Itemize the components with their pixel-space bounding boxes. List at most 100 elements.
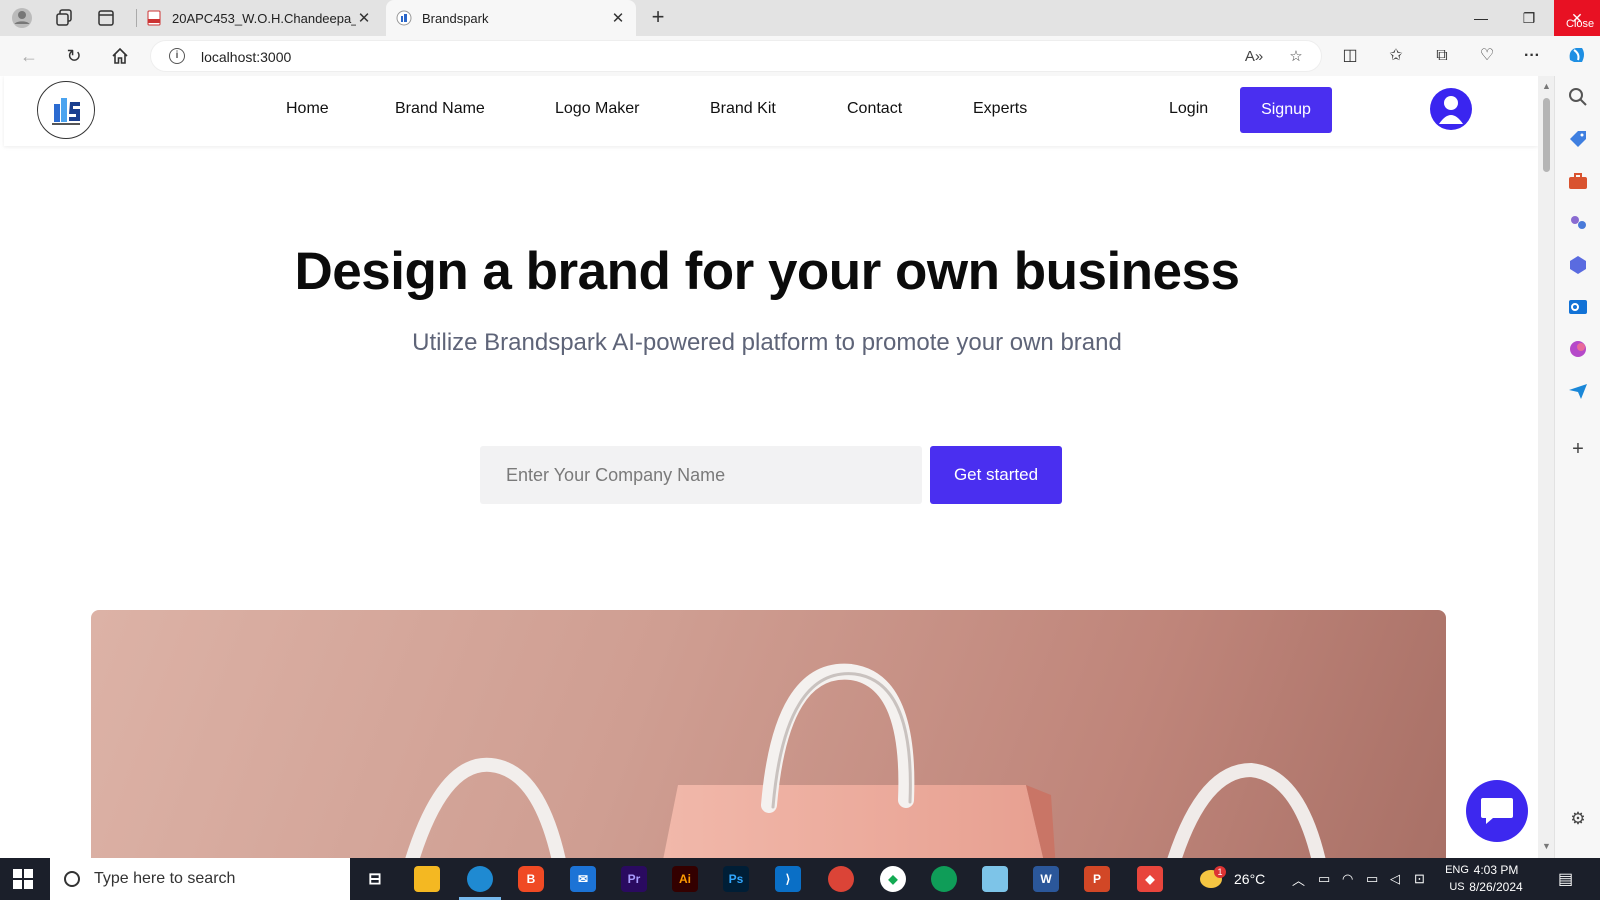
nav-brand-name[interactable]: Brand Name — [395, 100, 485, 118]
restore-icon[interactable]: ❐ — [1506, 0, 1552, 36]
close-tab-icon[interactable]: ✕ — [610, 9, 626, 27]
sidebar-send-icon[interactable] — [1567, 380, 1589, 402]
powerpoint-icon[interactable]: P — [1084, 866, 1110, 892]
sidebar-games-icon[interactable] — [1567, 212, 1589, 234]
user-avatar-icon[interactable] — [1430, 88, 1472, 130]
split-screen-icon[interactable]: ◫ — [1337, 44, 1363, 68]
clock[interactable]: 4:03 PM 8/26/2024 — [1456, 862, 1536, 896]
battery-icon[interactable]: ▭ — [1366, 858, 1378, 900]
tab-title: Brandspark — [422, 10, 489, 26]
hero-title: Design a brand for your own business — [294, 242, 1240, 301]
search-icon — [64, 871, 80, 887]
page-scrollbar[interactable]: ▲ ▼ — [1538, 76, 1554, 858]
chrome-icon[interactable] — [828, 866, 854, 892]
back-icon[interactable]: ← — [16, 44, 42, 68]
taskbar-search-placeholder: Type here to search — [94, 870, 236, 887]
collections-icon[interactable]: ⧉ — [1429, 44, 1455, 68]
nav-brand-kit[interactable]: Brand Kit — [710, 100, 776, 118]
hero-banner-image — [91, 610, 1446, 858]
sidebar-search-icon[interactable] — [1567, 86, 1589, 108]
more-menu-icon[interactable]: ··· — [1519, 44, 1545, 68]
refresh-icon[interactable]: ↻ — [61, 44, 87, 68]
sidebar-copilot-icon[interactable] — [1567, 254, 1589, 276]
nav-logo-maker[interactable]: Logo Maker — [555, 100, 640, 118]
sidebar-designer-icon[interactable] — [1567, 338, 1589, 360]
company-name-input[interactable] — [480, 446, 922, 504]
wifi-icon[interactable]: ◠ — [1342, 858, 1353, 900]
clock-date: 8/26/2024 — [1469, 880, 1523, 894]
photoshop-icon[interactable]: Ps — [723, 866, 749, 892]
chrome-profile-icon[interactable] — [931, 866, 957, 892]
tab-title: 20APC453_W.O.H.Chandeepa_Pro — [172, 10, 356, 26]
mail-icon[interactable]: ✉ — [570, 866, 596, 892]
workspaces-icon[interactable] — [52, 6, 76, 30]
signup-button[interactable]: Signup — [1240, 87, 1332, 133]
edge-sidebar: + ⚙ — [1554, 76, 1600, 858]
meet-icon[interactable]: ▭ — [1318, 858, 1330, 900]
browser-essentials-icon[interactable]: ♡ — [1474, 44, 1500, 68]
page-viewport: Home Brand Name Logo Maker Brand Kit Con… — [0, 76, 1554, 858]
close-tooltip: Close — [1566, 18, 1595, 30]
sidebar-add-icon[interactable]: + — [1567, 438, 1589, 460]
tab-pdf[interactable]: 20APC453_W.O.H.Chandeepa_Pro ✕ — [136, 0, 382, 36]
scroll-up-arrow-icon[interactable]: ▲ — [1542, 82, 1551, 91]
shopping-bags-illustration — [405, 663, 1326, 858]
pdf-icon — [147, 10, 161, 26]
address-bar[interactable]: i localhost:3000 A» ☆ — [150, 40, 1322, 72]
weather-widget[interactable]: 1 26°C — [1200, 858, 1265, 900]
favorites-icon[interactable]: ✩ — [1383, 44, 1409, 68]
minimize-icon[interactable]: — — [1458, 0, 1504, 36]
browser-tab-bar: 20APC453_W.O.H.Chandeepa_Pro ✕ Brandspar… — [0, 0, 1600, 36]
brandspark-favicon — [396, 10, 412, 26]
mongodb-icon[interactable]: ◆ — [880, 866, 906, 892]
favorite-star-icon[interactable]: ☆ — [1285, 46, 1307, 68]
browser-toolbar: ← ↻ i localhost:3000 A» ☆ ◫ ✩ ⧉ ♡ ··· — [0, 36, 1600, 76]
new-tab-icon[interactable]: + — [646, 6, 670, 30]
profile-icon[interactable] — [10, 6, 34, 30]
windows-start-icon[interactable] — [12, 868, 34, 890]
sidebar-tools-icon[interactable] — [1567, 170, 1589, 192]
illustrator-icon[interactable]: Ai — [672, 866, 698, 892]
clock-time: 4:03 PM — [1473, 863, 1519, 877]
vscode-icon[interactable]: ⟩ — [775, 866, 801, 892]
chat-bubble-icon — [1481, 798, 1513, 824]
volume-icon[interactable]: ◁ — [1390, 858, 1400, 900]
read-aloud-icon[interactable]: A» — [1243, 46, 1265, 68]
chat-button[interactable] — [1466, 780, 1528, 842]
weather-icon: 1 — [1200, 866, 1226, 888]
sidebar-settings-icon[interactable]: ⚙ — [1567, 808, 1589, 830]
copilot-icon[interactable] — [1564, 44, 1590, 68]
task-view-icon[interactable]: ⊟ — [362, 866, 388, 892]
nav-contact[interactable]: Contact — [847, 100, 902, 118]
site-info-icon[interactable]: i — [169, 48, 185, 64]
scroll-down-arrow-icon[interactable]: ▼ — [1542, 842, 1551, 851]
word-icon[interactable]: W — [1033, 866, 1059, 892]
get-started-button[interactable]: Get started — [930, 446, 1062, 504]
nav-home[interactable]: Home — [286, 100, 329, 118]
notifications-icon[interactable]: ▤ — [1558, 858, 1573, 900]
taskbar-search[interactable]: Type here to search — [50, 858, 350, 900]
notepad-icon[interactable] — [982, 866, 1008, 892]
brandspark-logo[interactable] — [37, 81, 95, 139]
sidebar-shopping-icon[interactable] — [1567, 128, 1589, 150]
site-header: Home Brand Name Logo Maker Brand Kit Con… — [4, 76, 1538, 146]
windows-taskbar: Type here to search ⊟ B ✉ Pr Ai Ps ⟩ ◆ W… — [0, 858, 1600, 900]
tab-actions-icon[interactable] — [94, 6, 118, 30]
brave-icon[interactable]: B — [518, 866, 544, 892]
tab-brandspark[interactable]: Brandspark ✕ — [386, 0, 636, 36]
nav-experts[interactable]: Experts — [973, 100, 1027, 118]
login-link[interactable]: Login — [1169, 100, 1208, 118]
home-icon[interactable] — [107, 44, 133, 68]
sidebar-outlook-icon[interactable] — [1567, 296, 1589, 318]
url-text: localhost:3000 — [201, 49, 292, 65]
premiere-icon[interactable]: Pr — [621, 866, 647, 892]
scroll-thumb[interactable] — [1543, 98, 1550, 172]
close-tab-icon[interactable]: ✕ — [356, 9, 372, 27]
file-explorer-icon[interactable] — [414, 866, 440, 892]
edge-icon[interactable] — [459, 866, 501, 900]
hero-subtitle: Utilize Brandspark AI-powered platform t… — [412, 329, 1122, 356]
anydesk-icon[interactable]: ◆ — [1137, 866, 1163, 892]
weather-temp: 26°C — [1234, 871, 1266, 887]
display-icon[interactable]: ⊡ — [1414, 858, 1425, 900]
tray-overflow-icon[interactable]: ︿ — [1292, 858, 1305, 900]
